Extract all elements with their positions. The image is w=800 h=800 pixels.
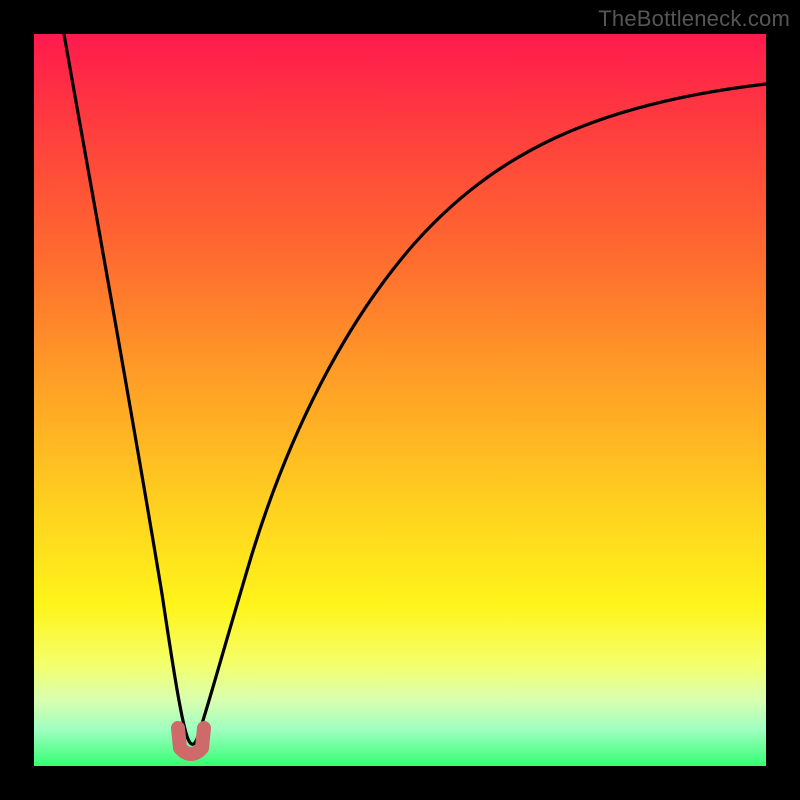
- bottleneck-curve: [64, 34, 766, 744]
- plot-area: [34, 34, 766, 766]
- optimal-dip-marker: [178, 728, 204, 754]
- chart-frame: TheBottleneck.com: [0, 0, 800, 800]
- watermark-text: TheBottleneck.com: [598, 6, 790, 32]
- curve-layer: [34, 34, 766, 766]
